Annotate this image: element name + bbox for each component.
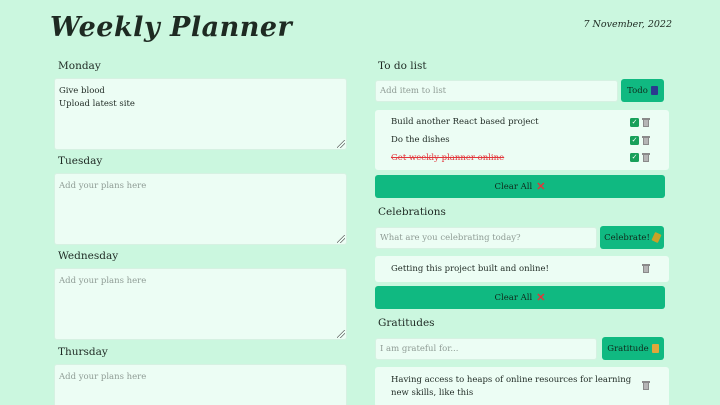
close-icon: ✕	[536, 180, 546, 193]
plan-line: Upload latest site	[59, 99, 135, 109]
party-popper-icon	[651, 231, 662, 244]
celebrate-button-label: Celebrate!	[604, 232, 650, 243]
clear-all-label: Clear All	[494, 292, 533, 303]
resize-handle-icon[interactable]	[337, 140, 345, 148]
plan-line: Give blood	[59, 86, 105, 96]
day-label-tuesday: Tuesday	[58, 155, 103, 167]
current-date: 7 November, 2022	[583, 19, 672, 30]
todo-clear-all-button[interactable]: Clear All ✕	[375, 175, 665, 198]
todo-button-label: Todo	[627, 85, 648, 96]
gratitudes-label: Gratitudes	[378, 317, 435, 329]
todo-label: To do list	[378, 60, 427, 72]
praying-hands-icon	[651, 344, 659, 353]
trash-icon[interactable]	[642, 136, 650, 145]
todo-item: Build another React based project	[391, 117, 539, 127]
trash-icon[interactable]	[642, 118, 650, 127]
gratitudes-input[interactable]: I am grateful for...	[375, 338, 597, 360]
celebrations-list: Getting this project built and online!	[375, 256, 669, 282]
trash-icon[interactable]	[642, 153, 650, 162]
clipboard-icon	[650, 86, 658, 95]
close-icon: ✕	[536, 291, 546, 304]
checkbox-checked-icon[interactable]: ✓	[630, 118, 639, 127]
checkbox-checked-icon[interactable]: ✓	[630, 136, 639, 145]
textarea-placeholder: Add your plans here	[59, 372, 147, 382]
gratitude-button-label: Gratitude	[607, 343, 649, 354]
day-label-thursday: Thursday	[58, 346, 108, 358]
trash-icon[interactable]	[642, 381, 650, 390]
thursday-textarea[interactable]: Add your plans here	[54, 364, 347, 405]
trash-icon[interactable]	[642, 264, 650, 273]
gratitudes-list: Having access to heaps of online resourc…	[375, 367, 669, 405]
gratitude-button[interactable]: Gratitude	[602, 337, 664, 360]
clear-all-label: Clear All	[494, 181, 533, 192]
todo-list: Build another React based project ✓ Do t…	[375, 110, 669, 170]
resize-handle-icon[interactable]	[337, 235, 345, 243]
textarea-placeholder: Add your plans here	[59, 276, 147, 286]
todo-input[interactable]: Add item to list	[375, 80, 618, 102]
checkbox-checked-icon[interactable]: ✓	[630, 153, 639, 162]
textarea-placeholder: Add your plans here	[59, 181, 147, 191]
todo-item: Do the dishes	[391, 135, 450, 145]
day-label-wednesday: Wednesday	[58, 250, 119, 262]
todo-item-done: Get weekly planner online	[391, 153, 505, 163]
celebrations-input[interactable]: What are you celebrating today?	[375, 227, 597, 249]
celebrations-clear-all-button[interactable]: Clear All ✕	[375, 286, 665, 309]
todo-add-button[interactable]: Todo	[621, 79, 664, 102]
day-label-monday: Monday	[58, 60, 101, 72]
monday-textarea[interactable]: Give blood Upload latest site	[54, 78, 347, 150]
celebration-item: Getting this project built and online!	[391, 264, 549, 274]
celebrations-label: Celebrations	[378, 206, 446, 218]
wednesday-textarea[interactable]: Add your plans here	[54, 268, 347, 340]
page-title: Weekly Planner	[50, 12, 293, 43]
resize-handle-icon[interactable]	[337, 330, 345, 338]
celebrate-button[interactable]: Celebrate!	[600, 226, 664, 249]
tuesday-textarea[interactable]: Add your plans here	[54, 173, 347, 245]
gratitude-item: Having access to heaps of online resourc…	[391, 375, 632, 398]
